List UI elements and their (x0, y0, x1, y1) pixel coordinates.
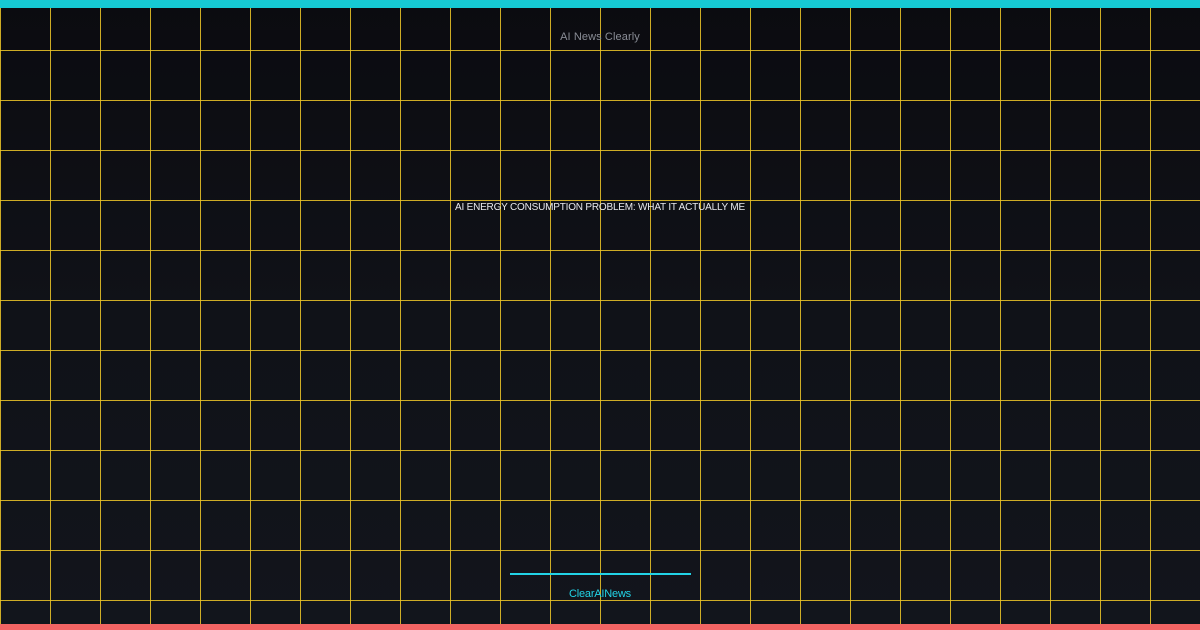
brand-name-top: AI News Clearly (560, 31, 640, 43)
accent-divider (510, 573, 691, 575)
bottom-accent-bar (0, 624, 1200, 630)
grid-background (0, 0, 1200, 630)
share-card: AI News Clearly AI ENERGY CONSUMPTION PR… (0, 0, 1200, 630)
top-accent-bar (0, 0, 1200, 8)
article-headline: AI ENERGY CONSUMPTION PROBLEM: WHAT IT A… (454, 202, 746, 213)
brand-name-bottom: ClearAINews (569, 588, 631, 600)
